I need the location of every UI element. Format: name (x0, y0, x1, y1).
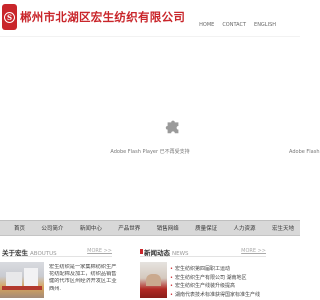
plugin-puzzle-icon (165, 120, 179, 134)
nav-item-world[interactable]: 宏生天地 (272, 224, 294, 232)
photo-roof (2, 286, 42, 290)
nav-item-sales[interactable]: 销售网络 (157, 224, 179, 232)
about-title: 关于宏生 ABOUTUS (2, 247, 57, 257)
nav-item-news[interactable]: 新闻中心 (80, 224, 102, 232)
news-item[interactable]: • 宏生纺织生产有限公司 湖南地区 (170, 274, 265, 283)
photo-figure (146, 274, 161, 286)
news-item[interactable]: • 湖南代表技术标准获得国家标准生产线 (170, 291, 265, 300)
news-item-title: 宏生纺织生产有限公司 湖南地区 (174, 274, 247, 281)
news-title-en: NEWS (172, 251, 189, 257)
nav-item-home[interactable]: 首页 (14, 224, 25, 232)
contact-link[interactable]: CONTACT (222, 22, 246, 28)
news-item-title: 宏生纺织生产线装升级提高 (174, 283, 235, 289)
news-title: 新闻动态 NEWS (144, 247, 189, 257)
about-section-header: 关于宏生 ABOUTUS MORE >> (2, 246, 112, 257)
about-line: 西州. (49, 285, 62, 292)
news-list: • 宏生纺织第四届职工运动 • 宏生纺织生产有限公司 湖南地区 • 宏生纺织生产线装升… (170, 265, 265, 299)
news-photo[interactable] (140, 262, 167, 298)
photo-building (6, 272, 22, 286)
about-line: 花纺配棉及加工，纺织品销售于一体， (49, 271, 117, 278)
about-line: 宏生纺织是一家集棉纺织生产、销 (49, 264, 117, 270)
flash-side-text: Adobe Flash (289, 149, 320, 155)
bullet-icon: • (170, 283, 173, 289)
about-title-cn: 关于宏生 (2, 249, 28, 257)
news-title-cn: 新闻动态 (144, 249, 170, 257)
main-nav: 首页 公司简介 新闻中心 产品世界 销售网络 质量保证 人力资源 宏生天地 (0, 220, 300, 236)
about-company-photo (0, 262, 44, 298)
company-logo[interactable]: S (2, 4, 17, 30)
bullet-icon: • (170, 291, 173, 298)
news-item-title: 湖南代表技术标准获得国家标准生产线 (174, 291, 260, 298)
bullet-icon: • (170, 266, 173, 272)
nav-item-hr[interactable]: 人力资源 (234, 224, 256, 232)
bullet-icon: • (170, 274, 173, 281)
nav-item-products[interactable]: 产品世界 (118, 224, 140, 232)
flash-banner: Adobe Flash Player 已不再受支持 Adobe Flash (0, 36, 320, 221)
logo-letter: S (6, 12, 13, 22)
flash-placeholder[interactable]: Adobe Flash Player 已不再受支持 Adobe Flash (0, 37, 320, 221)
news-title-marker (140, 249, 143, 254)
company-name: 郴州市北湖区宏生纺织有限公司 (20, 10, 186, 24)
news-more-link[interactable]: MORE >> (241, 248, 266, 254)
nav-item-quality[interactable]: 质量保证 (195, 224, 217, 232)
news-item-title: 宏生纺织第四届职工运动 (174, 266, 230, 272)
flash-unsupported-message: Adobe Flash Player 已不再受支持 (110, 149, 190, 155)
home-link[interactable]: HOME (199, 22, 214, 28)
header: S 郴州市北湖区宏生纺织有限公司 HOME CONTACT ENGLISH (0, 0, 300, 36)
logo-ring: S (4, 11, 15, 23)
about-more-link[interactable]: MORE >> (87, 248, 112, 254)
about-line: 健的代市区州经济开发区工业企业，广 (49, 278, 117, 285)
about-title-en: ABOUTUS (30, 251, 57, 257)
english-link[interactable]: ENGLISH (254, 22, 276, 28)
about-summary: 宏生纺织是一家集棉纺织生产、销 花纺配棉及加工，纺织品销售于一体， 健的代市区州… (49, 264, 117, 293)
photo-building (24, 268, 38, 286)
news-section-header: 新闻动态 NEWS MORE >> (140, 246, 266, 257)
news-item[interactable]: • 宏生纺织生产线装升级提高 (170, 282, 265, 291)
top-links: HOME CONTACT ENGLISH (199, 22, 276, 28)
nav-item-about[interactable]: 公司简介 (41, 224, 63, 232)
news-item[interactable]: • 宏生纺织第四届职工运动 (170, 265, 265, 274)
